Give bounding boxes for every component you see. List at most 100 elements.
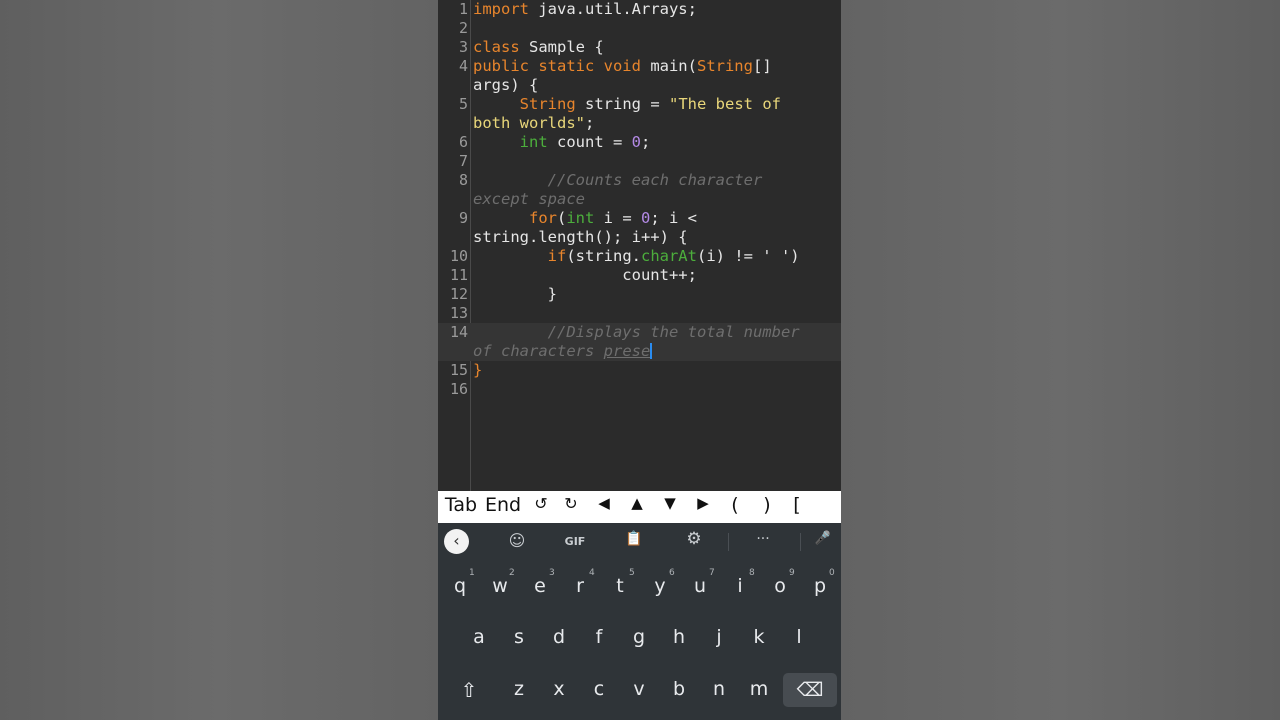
key-x[interactable]: x — [539, 678, 579, 700]
background-left — [0, 0, 438, 720]
bracket-open-key[interactable]: [ — [782, 494, 812, 516]
arrow-up-icon[interactable]: ▲ — [622, 494, 652, 512]
backspace-key[interactable]: ⌫ — [783, 673, 837, 707]
code-line[interactable]: 4 public static void main(String[] — [438, 57, 841, 76]
key-w[interactable]: w — [480, 575, 520, 597]
code-line[interactable]: except space — [438, 190, 841, 209]
code-text: both worlds"; — [473, 114, 595, 132]
line-number: 13 — [449, 304, 468, 322]
key-j[interactable]: j — [699, 626, 739, 648]
arrow-right-icon[interactable]: ▶ — [688, 494, 718, 512]
code-editor[interactable]: 1 import java.util.Arrays; 2 3 class Sample … — [438, 0, 841, 491]
code-line[interactable]: 1 import java.util.Arrays; — [438, 0, 841, 19]
end-key[interactable]: End — [480, 494, 526, 516]
code-text: String string = "The best of — [519, 95, 781, 113]
line-number: 6 — [458, 133, 468, 151]
key-m[interactable]: m — [739, 678, 779, 700]
code-line[interactable]: of characters prese — [438, 342, 841, 361]
key-v[interactable]: v — [619, 678, 659, 700]
key-r[interactable]: r — [560, 575, 600, 597]
key-k[interactable]: k — [739, 626, 779, 648]
line-number: 4 — [458, 57, 468, 75]
key-y[interactable]: y — [640, 575, 680, 597]
key-hint: 2 — [509, 568, 515, 578]
key-hint: 8 — [749, 568, 755, 578]
key-o[interactable]: o — [760, 575, 800, 597]
key-c[interactable]: c — [579, 678, 619, 700]
gif-button[interactable]: GIF — [560, 535, 590, 557]
arrow-left-icon[interactable]: ◀ — [586, 494, 622, 512]
code-line[interactable]: 16 — [438, 380, 841, 399]
code-text: of characters prese — [473, 342, 653, 360]
key-z[interactable]: z — [499, 678, 539, 700]
key-hint: 4 — [589, 568, 595, 578]
clipboard-icon[interactable]: 📋 — [622, 531, 646, 553]
key-s[interactable]: s — [499, 626, 539, 648]
code-line[interactable]: 13 — [438, 304, 841, 323]
code-line[interactable]: 9 for(int i = 0; i < — [438, 209, 841, 228]
key-hint: 1 — [469, 568, 475, 578]
code-text: } — [473, 361, 483, 379]
code-line[interactable]: 14 //Displays the total number — [438, 323, 841, 342]
key-l[interactable]: l — [779, 626, 819, 648]
key-e[interactable]: e — [520, 575, 560, 597]
code-line[interactable]: 8 //Counts each character — [438, 171, 841, 190]
sticker-icon[interactable]: ☺ — [504, 531, 530, 553]
code-line[interactable]: 11 count++; — [438, 266, 841, 285]
code-text: if(string.charAt(i) != ' ') — [547, 247, 800, 265]
arrow-down-icon[interactable]: ▼ — [652, 494, 688, 512]
code-text: args) { — [473, 76, 539, 94]
code-line[interactable]: 10 if(string.charAt(i) != ' ') — [438, 247, 841, 266]
code-text: public static void main(String[] — [473, 57, 772, 75]
code-line[interactable]: 6 int count = 0; — [438, 133, 841, 152]
paren-close-key[interactable]: ) — [752, 494, 782, 516]
key-q[interactable]: q — [440, 575, 480, 597]
text-cursor — [650, 343, 653, 359]
key-n[interactable]: n — [699, 678, 739, 700]
extra-keys-bar: Tab End ↺ ↻ ◀ ▲ ▼ ▶()[ — [438, 491, 841, 523]
key-f[interactable]: f — [579, 626, 619, 648]
key-p[interactable]: p — [800, 575, 840, 597]
code-line[interactable]: 7 — [438, 152, 841, 171]
soft-keyboard: ‹ ☺ GIF 📋 ⚙ ··· 🎤 q1w2e3r4t5y6u7i8o9p0 as… — [438, 523, 841, 720]
code-text: class Sample { — [473, 38, 604, 56]
code-line[interactable]: 5 String string = "The best of — [438, 95, 841, 114]
code-line[interactable]: 12 } — [438, 285, 841, 304]
shift-key[interactable]: ⇧ — [448, 673, 490, 707]
back-icon[interactable]: ‹ — [444, 529, 469, 554]
code-line[interactable]: both worlds"; — [438, 114, 841, 133]
code-line[interactable]: 3 class Sample { — [438, 38, 841, 57]
key-hint: 6 — [669, 568, 675, 578]
code-line[interactable]: args) { — [438, 76, 841, 95]
toolbar-divider — [800, 533, 801, 551]
key-u[interactable]: u — [680, 575, 720, 597]
key-hint: 7 — [709, 568, 715, 578]
code-text: import java.util.Arrays; — [473, 0, 697, 18]
line-number: 10 — [449, 247, 468, 265]
undo-icon[interactable]: ↺ — [526, 494, 556, 513]
key-g[interactable]: g — [619, 626, 659, 648]
line-number: 14 — [449, 323, 468, 341]
key-a[interactable]: a — [459, 626, 499, 648]
line-number: 12 — [449, 285, 468, 303]
key-h[interactable]: h — [659, 626, 699, 648]
key-t[interactable]: t — [600, 575, 640, 597]
key-d[interactable]: d — [539, 626, 579, 648]
settings-gear-icon[interactable]: ⚙ — [681, 529, 707, 551]
key-b[interactable]: b — [659, 678, 699, 700]
line-number: 15 — [449, 361, 468, 379]
tab-key[interactable]: Tab — [442, 494, 480, 516]
more-icon[interactable]: ··· — [750, 531, 776, 553]
microphone-icon[interactable]: 🎤 — [811, 531, 835, 553]
phone-screen: 1 import java.util.Arrays; 2 3 class Sample … — [438, 0, 841, 720]
code-line[interactable]: 2 — [438, 19, 841, 38]
redo-icon[interactable]: ↻ — [556, 494, 586, 513]
paren-open-key[interactable]: ( — [718, 494, 752, 516]
line-number: 3 — [458, 38, 468, 56]
line-number: 8 — [458, 171, 468, 189]
key-i[interactable]: i — [720, 575, 760, 597]
code-line[interactable]: 15} — [438, 361, 841, 380]
code-text: //Counts each character — [547, 171, 763, 189]
key-hint: 0 — [829, 568, 835, 578]
code-line[interactable]: string.length(); i++) { — [438, 228, 841, 247]
